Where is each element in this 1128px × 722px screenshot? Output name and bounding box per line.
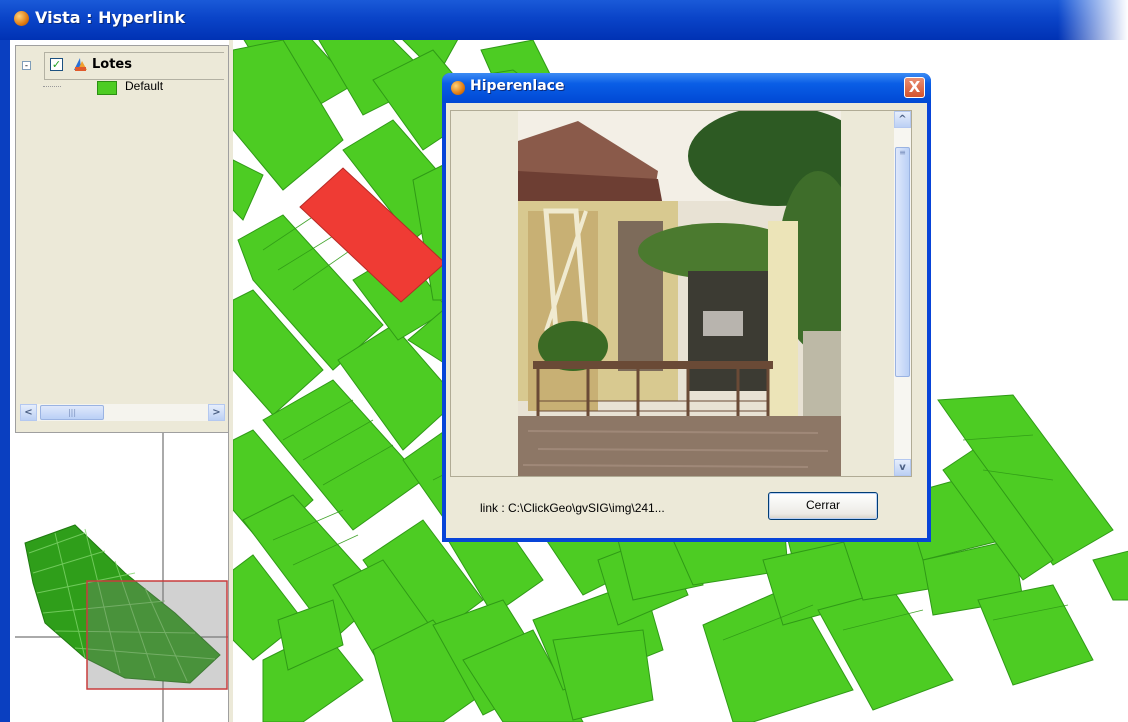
polygon-layer-icon bbox=[74, 58, 87, 71]
dialog-title: Hiperenlace bbox=[470, 78, 565, 94]
tree-connector bbox=[43, 86, 61, 87]
scroll-left-icon[interactable]: < bbox=[20, 404, 37, 421]
overview-map-canvas bbox=[15, 433, 228, 722]
legend-symbol-swatch bbox=[97, 81, 117, 95]
toc-horizontal-scrollbar[interactable]: < ||| > bbox=[20, 404, 225, 421]
close-button[interactable]: Cerrar bbox=[768, 492, 878, 520]
toc-panel: - ✓ Lotes Default < ||| > bbox=[15, 45, 229, 435]
legend-label: Default bbox=[125, 79, 164, 93]
scroll-thumb[interactable]: ≡ bbox=[895, 147, 910, 377]
flooded-house-photo bbox=[518, 111, 841, 476]
link-path-label: link : C:\ClickGeo\gvSIG\img\241... bbox=[480, 501, 665, 515]
layer-row-frame bbox=[44, 52, 224, 80]
layer-visibility-checkbox[interactable]: ✓ bbox=[50, 58, 63, 71]
layer-name[interactable]: Lotes bbox=[92, 57, 132, 72]
titlebar-fade bbox=[1058, 0, 1128, 40]
dialog-titlebar[interactable]: Hiperenlace X bbox=[442, 73, 931, 103]
gvsig-app-icon bbox=[451, 81, 465, 95]
scroll-thumb[interactable]: ||| bbox=[40, 405, 104, 420]
image-vertical-scrollbar[interactable]: ^ ≡ v bbox=[894, 111, 911, 476]
close-icon[interactable]: X bbox=[904, 77, 925, 98]
hyperlink-dialog: Hiperenlace X ^ ≡ v link: C:\ClickGeo\g… bbox=[442, 73, 931, 542]
window-titlebar[interactable]: Vista : Hyperlink bbox=[0, 0, 1128, 40]
scroll-down-icon[interactable]: v bbox=[894, 459, 911, 476]
window-title: Vista : Hyperlink bbox=[35, 8, 186, 27]
window-left-border bbox=[0, 40, 10, 722]
image-viewer[interactable]: ^ ≡ v bbox=[450, 110, 912, 477]
scroll-up-icon[interactable]: ^ bbox=[894, 111, 911, 128]
gvsig-app-icon bbox=[14, 11, 29, 26]
collapse-icon[interactable]: - bbox=[22, 61, 31, 71]
scroll-right-icon[interactable]: > bbox=[208, 404, 225, 421]
overview-map[interactable] bbox=[15, 432, 229, 722]
